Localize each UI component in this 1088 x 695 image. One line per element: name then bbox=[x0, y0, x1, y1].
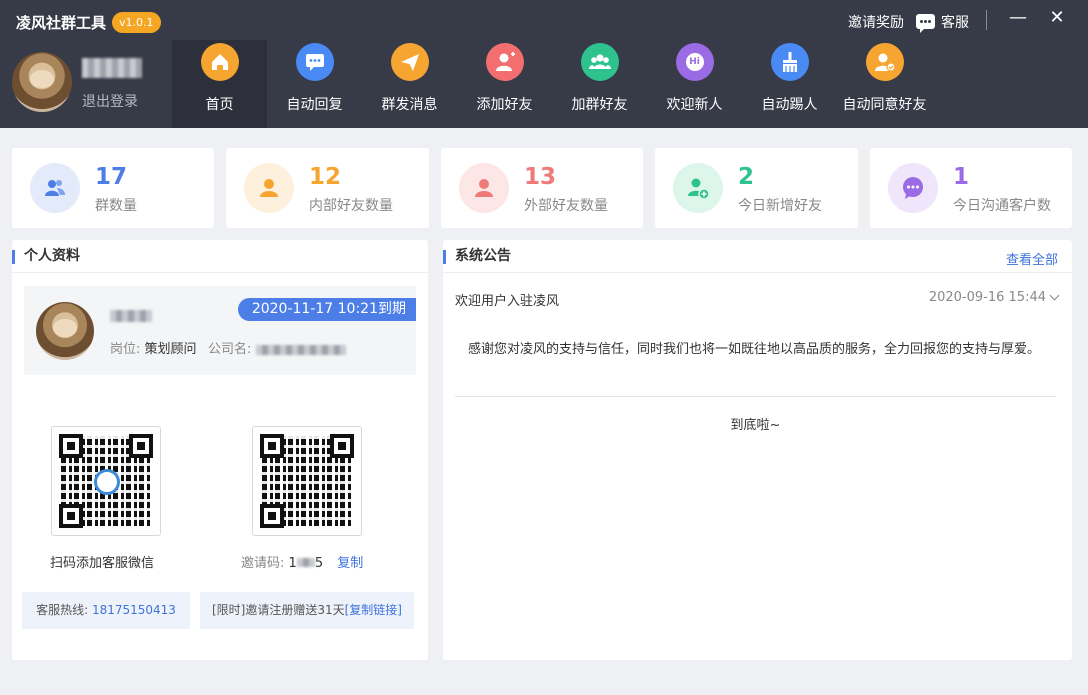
stat-value: 1 bbox=[953, 164, 970, 190]
expire-badge: 2020-11-17 10:21到期 bbox=[237, 298, 416, 321]
chat-bubble-icon bbox=[888, 163, 938, 213]
promo-strip: [限时]邀请注册赠送31天[复制链接] bbox=[200, 592, 414, 629]
nav-label: 添加好友 bbox=[476, 97, 533, 113]
qr-caption: 扫码添加客服微信 bbox=[50, 556, 155, 571]
stat-label: 群数量 bbox=[95, 198, 137, 214]
nav-label: 自动踢人 bbox=[761, 97, 818, 113]
broom-icon bbox=[770, 43, 809, 81]
stat-label: 今日新增好友 bbox=[738, 198, 822, 214]
hi-icon-text: Hi bbox=[689, 57, 700, 67]
profile-summary: 2020-11-17 10:21到期 岗位: 策划顾问 公司名: bbox=[24, 286, 416, 375]
nav-label: 群发消息 bbox=[381, 97, 438, 113]
invite-code-label: 邀请码: bbox=[241, 556, 285, 571]
notice-item-date: 2020-09-16 15:44 bbox=[928, 290, 1046, 305]
stat-card-customers-today: 1 今日沟通客户数 bbox=[870, 148, 1072, 228]
nav-add-friends[interactable]: 添加好友 bbox=[457, 40, 552, 128]
service-wechat-qr-code bbox=[51, 426, 161, 536]
hi-icon: Hi bbox=[675, 43, 714, 81]
nav-label: 欢迎新人 bbox=[666, 97, 723, 113]
copy-link-button[interactable]: [复制链接] bbox=[345, 603, 402, 617]
notice-item-title[interactable]: 欢迎用户入驻凌风 bbox=[455, 290, 559, 309]
profile-avatar bbox=[36, 302, 94, 360]
qr-logo-icon bbox=[94, 469, 120, 495]
nav-auto-accept-friends[interactable]: 自动同意好友 bbox=[837, 40, 932, 128]
position-value: 策划顾问 bbox=[144, 342, 197, 357]
promo-text: [限时]邀请注册赠送31天 bbox=[211, 603, 345, 617]
nav-group-friends[interactable]: 加群好友 bbox=[552, 40, 647, 128]
stat-card-external-friends: 13 外部好友数量 bbox=[441, 148, 643, 228]
version-badge: v1.0.1 bbox=[112, 12, 161, 33]
profile-panel: 个人资料 2020-11-17 10:21到期 岗位: 策划顾问 公司名: 扫码… bbox=[12, 240, 428, 660]
copy-invite-code-link[interactable]: 复制 bbox=[337, 556, 363, 571]
invite-code-info: 邀请码: 1 5 复制 bbox=[241, 552, 363, 571]
home-icon bbox=[200, 43, 239, 81]
hotline-label: 客服热线: bbox=[36, 603, 89, 617]
invite-qr-code bbox=[252, 426, 362, 536]
stat-value: 13 bbox=[524, 164, 557, 190]
user-icon bbox=[459, 163, 509, 213]
add-user-icon bbox=[673, 163, 723, 213]
stat-value: 2 bbox=[738, 164, 755, 190]
notice-item-body: 感谢您对凌风的支持与信任，同时我们也将一如既往地以高品质的服务，全力回报您的支持… bbox=[468, 342, 1041, 357]
logout-link[interactable]: 退出登录 bbox=[82, 91, 138, 111]
user-icon bbox=[244, 163, 294, 213]
add-user-icon bbox=[485, 43, 524, 81]
nav-label: 自动回复 bbox=[286, 97, 343, 113]
nav-auto-kick[interactable]: 自动踢人 bbox=[742, 40, 837, 128]
app-header: 凌风社群工具 v1.0.1 邀请奖励 客服 — ✕ 退出登录 首页 自动回复 群… bbox=[0, 0, 1088, 128]
invite-code-visible: 1 bbox=[288, 556, 297, 571]
stat-label: 今日沟通客户数 bbox=[953, 198, 1051, 214]
nav-home[interactable]: 首页 bbox=[172, 40, 267, 128]
company-label: 公司名: bbox=[208, 342, 252, 357]
chat-icon bbox=[295, 43, 334, 81]
header-divider bbox=[986, 10, 987, 30]
approve-user-icon bbox=[865, 43, 904, 81]
nav-welcome-newcomers[interactable]: Hi 欢迎新人 bbox=[647, 40, 742, 128]
nav-label: 自动同意好友 bbox=[842, 97, 927, 113]
invite-reward-link[interactable]: 邀请奖励 bbox=[848, 12, 904, 32]
user-avatar[interactable] bbox=[12, 52, 72, 112]
notice-panel-title: 系统公告 bbox=[443, 240, 1072, 273]
stat-card-internal-friends: 12 内部好友数量 bbox=[226, 148, 429, 228]
position-info: 岗位: 策划顾问 bbox=[110, 338, 197, 357]
chevron-down-icon[interactable] bbox=[1049, 290, 1060, 301]
customer-service-icon[interactable] bbox=[916, 14, 935, 33]
invite-code-tail: 5 bbox=[314, 556, 324, 571]
stat-value: 17 bbox=[95, 164, 128, 190]
invite-code-blurred bbox=[296, 558, 315, 567]
view-all-link[interactable]: 查看全部 bbox=[1006, 249, 1058, 268]
divider bbox=[455, 396, 1056, 397]
notice-panel: 系统公告 查看全部 欢迎用户入驻凌风 2020-09-16 15:44 感谢您对… bbox=[443, 240, 1072, 660]
nav-auto-reply[interactable]: 自动回复 bbox=[267, 40, 362, 128]
hotline-strip: 客服热线: 18175150413 bbox=[22, 592, 190, 629]
minimize-button[interactable]: — bbox=[1006, 6, 1030, 30]
company-info: 公司名: bbox=[208, 338, 346, 357]
group-icon bbox=[30, 163, 80, 213]
company-name-blurred bbox=[255, 344, 346, 355]
close-button[interactable]: ✕ bbox=[1045, 6, 1069, 30]
position-label: 岗位: bbox=[110, 342, 141, 357]
nav-broadcast[interactable]: 群发消息 bbox=[362, 40, 457, 128]
app-title: 凌风社群工具 bbox=[16, 14, 107, 32]
customer-service-link[interactable]: 客服 bbox=[941, 12, 969, 32]
end-of-list-text: 到底啦~ bbox=[730, 418, 781, 433]
send-icon bbox=[390, 43, 429, 81]
profile-panel-title: 个人资料 bbox=[12, 240, 428, 273]
stat-card-new-friends-today: 2 今日新增好友 bbox=[655, 148, 858, 228]
user-nickname-blurred bbox=[82, 58, 142, 78]
stat-card-groups: 17 群数量 bbox=[12, 148, 214, 228]
group-icon bbox=[580, 43, 619, 81]
profile-name-blurred bbox=[110, 310, 152, 322]
nav-label: 加群好友 bbox=[571, 97, 628, 113]
stat-label: 外部好友数量 bbox=[524, 198, 608, 214]
stat-value: 12 bbox=[309, 164, 342, 190]
nav-label: 首页 bbox=[205, 97, 234, 113]
hotline-number[interactable]: 18175150413 bbox=[92, 603, 176, 617]
stat-label: 内部好友数量 bbox=[309, 198, 393, 214]
